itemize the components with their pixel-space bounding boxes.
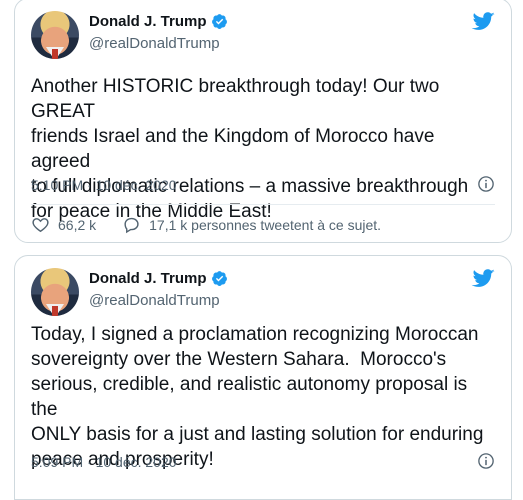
heart-icon (32, 218, 49, 233)
tweet-card[interactable]: Donald J. Trump @realDonaldTrump Today, … (14, 255, 512, 500)
tweet-text: Another HISTORIC breakthrough today! Our… (31, 76, 469, 222)
info-icon[interactable] (477, 175, 495, 193)
author-name[interactable]: Donald J. Trump (89, 270, 207, 287)
tweet-text: Today, I signed a proclamation recognizi… (31, 324, 484, 470)
verified-badge-icon (211, 14, 227, 29)
tweet-timestamp[interactable]: 5:10 PM · 10 déc. 2020 (31, 177, 177, 193)
avatar-tie (52, 306, 58, 316)
tweet-actions: 66,2 k 17,1 k personnes tweetent à ce su… (31, 215, 407, 234)
info-icon[interactable] (477, 452, 495, 470)
avatar[interactable] (31, 268, 79, 316)
avatar[interactable] (31, 11, 79, 59)
divider (31, 204, 495, 205)
author-handle[interactable]: @realDonaldTrump (89, 292, 220, 309)
tweet-card[interactable]: Donald J. Trump @realDonaldTrump Another… (14, 0, 512, 243)
author-row: Donald J. Trump (89, 270, 228, 287)
author-name[interactable]: Donald J. Trump (89, 13, 207, 30)
author-handle[interactable]: @realDonaldTrump (89, 35, 220, 52)
discussion-count: 17,1 k personnes tweetent à ce sujet. (149, 216, 382, 233)
comment-icon (124, 217, 139, 234)
verified-badge-icon (211, 271, 227, 286)
discussion-link[interactable]: 17,1 k personnes tweetent à ce sujet. (122, 215, 381, 234)
like-count: 66,2 k (58, 216, 97, 233)
twitter-bird-icon[interactable] (471, 9, 495, 33)
tweet-timestamp[interactable]: 5:09 PM · 10 déc. 2020 (31, 454, 177, 470)
twitter-bird-icon[interactable] (471, 266, 495, 290)
like-button[interactable]: 66,2 k (31, 215, 96, 234)
author-row: Donald J. Trump (89, 13, 228, 30)
avatar-tie (52, 49, 58, 59)
